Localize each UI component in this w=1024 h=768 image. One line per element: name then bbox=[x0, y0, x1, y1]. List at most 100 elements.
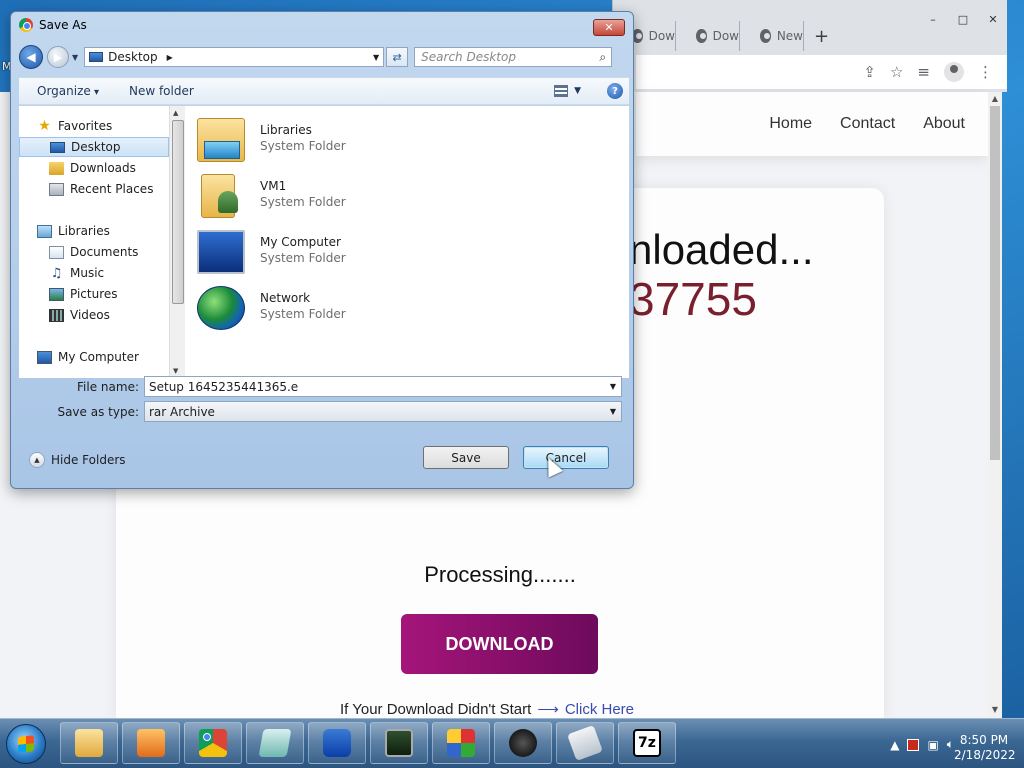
close-button[interactable]: ✕ bbox=[979, 10, 1007, 28]
nav-music[interactable]: ♫ Music bbox=[19, 263, 169, 283]
taskbar-7zip[interactable]: 7z bbox=[618, 722, 676, 764]
nav-label: My Computer bbox=[58, 350, 139, 364]
taskbar-notepad[interactable] bbox=[246, 722, 304, 764]
new-folder-button[interactable]: New folder bbox=[129, 84, 194, 98]
chevron-down-icon[interactable]: ▼ bbox=[373, 53, 379, 62]
scroll-thumb[interactable] bbox=[990, 106, 1000, 460]
show-hidden-icons[interactable]: ▲ bbox=[890, 738, 899, 752]
volume-icon[interactable]: 🔈︎ bbox=[947, 737, 954, 752]
browser-tab-strip: Dow Dow New + bbox=[612, 20, 839, 52]
scroll-up-icon[interactable]: ▲ bbox=[988, 94, 1002, 103]
maximize-button[interactable]: □ bbox=[949, 10, 977, 28]
taskbar-winrar[interactable] bbox=[432, 722, 490, 764]
help-icon[interactable]: ? bbox=[607, 83, 623, 99]
share-icon[interactable]: ⇪ bbox=[863, 63, 876, 81]
view-options-icon[interactable] bbox=[554, 85, 569, 97]
dialog-titlebar: Save As bbox=[19, 18, 87, 32]
tab-title: New bbox=[776, 29, 803, 43]
taskbar: 7z ▲ ▣ 🔈︎ 8:50 PM 2/18/2022 bbox=[0, 718, 1024, 768]
nav-contact[interactable]: Contact bbox=[840, 115, 895, 133]
scroll-down-icon[interactable]: ▼ bbox=[988, 705, 1002, 714]
action-center-icon[interactable] bbox=[907, 738, 920, 751]
scroll-thumb[interactable] bbox=[172, 120, 184, 304]
download-number: 37755 bbox=[629, 273, 757, 325]
save-button[interactable]: Save bbox=[423, 446, 509, 469]
browser-tab[interactable]: New bbox=[740, 21, 804, 51]
recent-pages-dropdown[interactable]: ▼ bbox=[72, 53, 78, 62]
page-scrollbar[interactable]: ▲ ▼ bbox=[988, 92, 1002, 718]
desktop-icon bbox=[89, 52, 104, 62]
list-item[interactable]: Network System Folder bbox=[197, 282, 417, 332]
winrar-icon bbox=[447, 729, 475, 757]
taskbar-installer[interactable] bbox=[556, 722, 614, 764]
item-type: System Folder bbox=[260, 139, 346, 153]
scroll-down-icon[interactable]: ▼ bbox=[173, 367, 178, 375]
nav-home[interactable]: Home bbox=[769, 115, 812, 133]
nav-videos[interactable]: Videos bbox=[19, 305, 169, 325]
taskbar-explorer[interactable] bbox=[60, 722, 118, 764]
clock[interactable]: 8:50 PM 2/18/2022 bbox=[954, 733, 1016, 763]
chevron-down-icon[interactable]: ▼ bbox=[610, 407, 616, 416]
taskbar-chrome[interactable] bbox=[184, 722, 242, 764]
search-input[interactable]: Search Desktop ⌕ bbox=[414, 47, 613, 67]
list-item[interactable]: Libraries System Folder bbox=[197, 114, 417, 164]
chrome-icon bbox=[199, 729, 227, 757]
refresh-button[interactable]: ⇄ bbox=[386, 47, 409, 67]
back-button[interactable]: ◀ bbox=[19, 45, 43, 69]
browser-tab[interactable]: Dow bbox=[676, 21, 740, 51]
chevron-right-icon[interactable]: ▶ bbox=[167, 53, 173, 62]
profile-icon[interactable] bbox=[944, 62, 964, 82]
menu-icon[interactable]: ⋮ bbox=[978, 63, 993, 81]
cancel-button[interactable]: Cancel bbox=[523, 446, 609, 469]
forward-button[interactable]: ▶ bbox=[47, 46, 69, 68]
taskbar-anonymous[interactable] bbox=[494, 722, 552, 764]
network-icon bbox=[197, 286, 245, 330]
save-type-select[interactable]: rar Archive ▼ bbox=[144, 401, 622, 422]
star-icon[interactable]: ☆ bbox=[890, 63, 903, 81]
navigation-pane: ★ Favorites Desktop Downloads Recent Plac… bbox=[19, 106, 169, 378]
dialog-close-button[interactable]: ✕ bbox=[593, 19, 625, 36]
nav-about[interactable]: About bbox=[923, 115, 965, 133]
downloads-icon bbox=[49, 161, 64, 175]
task-manager-icon bbox=[385, 729, 413, 757]
download-button[interactable]: DOWNLOAD bbox=[401, 614, 598, 674]
chevron-down-icon[interactable]: ▼ bbox=[610, 382, 616, 391]
organize-button[interactable]: Organize bbox=[37, 84, 99, 98]
nav-documents[interactable]: Documents bbox=[19, 242, 169, 262]
chevron-up-icon: ▲ bbox=[29, 452, 45, 468]
libraries-folder-icon bbox=[197, 118, 245, 162]
new-tab-button[interactable]: + bbox=[804, 26, 839, 47]
taskbar-media-player[interactable] bbox=[122, 722, 180, 764]
nav-label: Libraries bbox=[58, 224, 110, 238]
nav-pane-scrollbar[interactable]: ▲ ▼ bbox=[169, 106, 185, 378]
nav-my-computer[interactable]: My Computer bbox=[19, 347, 169, 367]
file-name-field[interactable]: Setup 1645235441365.e ▼ bbox=[144, 376, 622, 397]
taskbar-task-manager[interactable] bbox=[370, 722, 428, 764]
list-item[interactable]: My Computer System Folder bbox=[197, 226, 417, 276]
nav-pictures[interactable]: Pictures bbox=[19, 284, 169, 304]
notepad-icon bbox=[258, 729, 292, 757]
explorer-icon bbox=[75, 729, 103, 757]
nav-desktop[interactable]: Desktop bbox=[19, 137, 169, 157]
nav-libraries[interactable]: Libraries bbox=[19, 221, 169, 241]
network-icon[interactable]: ▣ bbox=[927, 738, 938, 752]
nav-favorites[interactable]: ★ Favorites bbox=[19, 116, 169, 136]
browser-toolbar: ⇪ ☆ ≡ ⋮ bbox=[636, 55, 1007, 89]
nav-downloads[interactable]: Downloads bbox=[19, 158, 169, 178]
pictures-icon bbox=[49, 287, 64, 301]
chrome-icon bbox=[19, 18, 33, 32]
chevron-down-icon[interactable]: ▼ bbox=[574, 86, 581, 96]
tab-title: Dow bbox=[712, 29, 739, 43]
minimize-button[interactable]: – bbox=[919, 10, 947, 28]
scroll-up-icon[interactable]: ▲ bbox=[173, 109, 178, 117]
click-here-link[interactable]: Click Here bbox=[565, 701, 634, 718]
arrow-right-icon: ⟶ bbox=[537, 701, 559, 718]
list-item[interactable]: VM1 System Folder bbox=[197, 170, 417, 220]
hide-folders-button[interactable]: ▲ Hide Folders bbox=[29, 452, 126, 468]
start-button[interactable] bbox=[6, 724, 46, 764]
search-placeholder: Search Desktop bbox=[421, 50, 516, 64]
media-icon[interactable]: ≡ bbox=[917, 63, 930, 81]
taskbar-malwarebytes[interactable] bbox=[308, 722, 366, 764]
nav-recent-places[interactable]: Recent Places bbox=[19, 179, 169, 199]
address-bar[interactable]: Desktop ▶ ▼ bbox=[84, 47, 385, 67]
